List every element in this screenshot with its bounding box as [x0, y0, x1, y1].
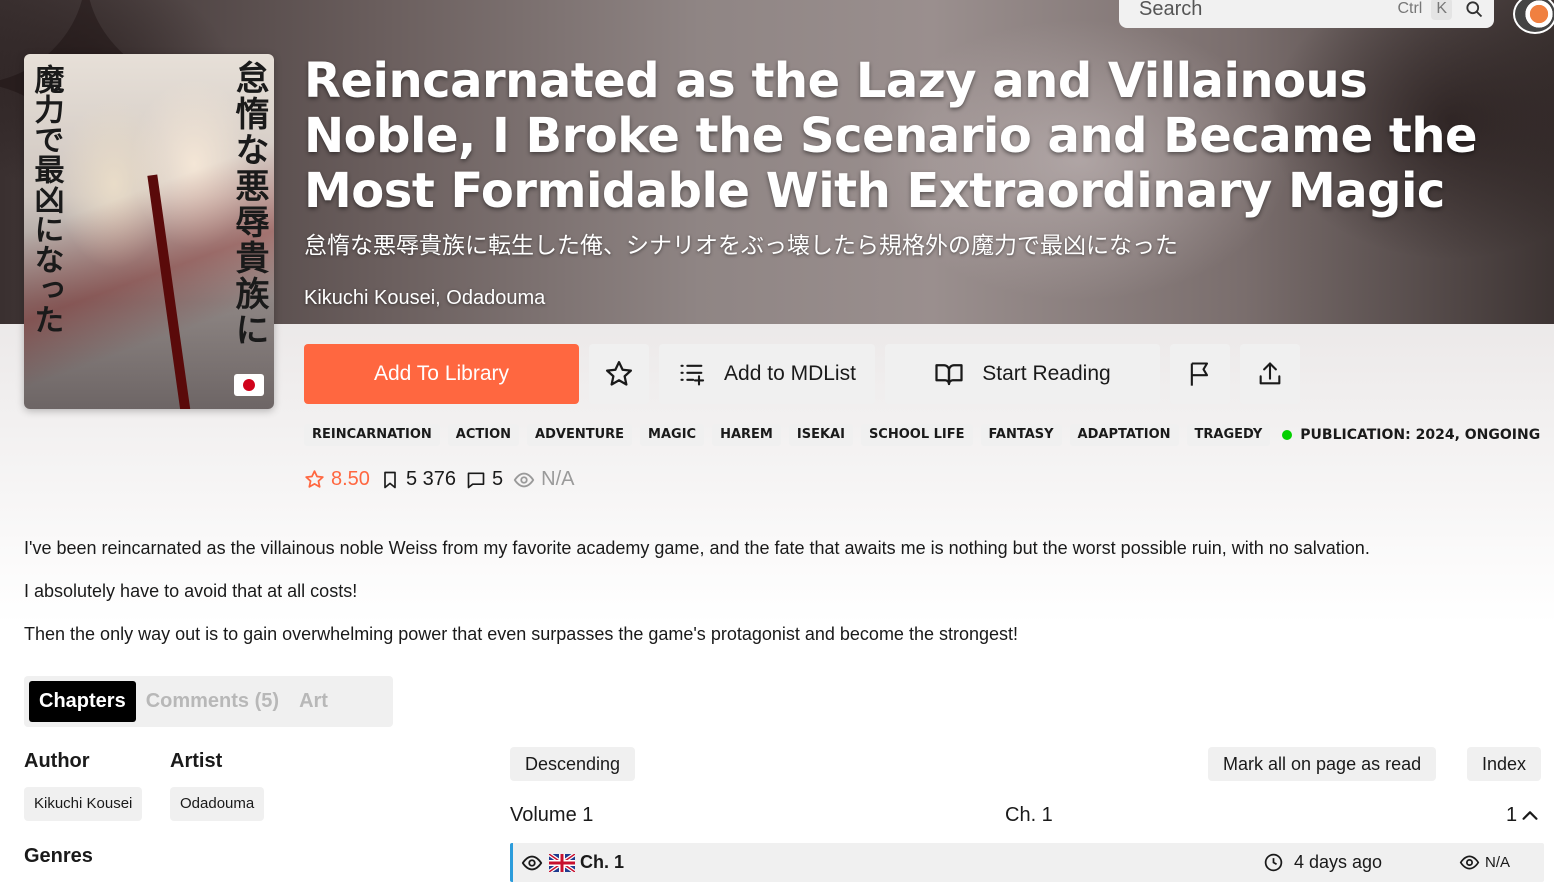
japan-flag-icon — [234, 374, 264, 396]
comment-icon — [467, 472, 485, 488]
tag[interactable]: ISEKAI — [788, 424, 853, 446]
authors-link[interactable]: Kikuchi Kousei, Odadouma — [304, 287, 545, 310]
tag[interactable]: ADVENTURE — [527, 424, 633, 446]
chapter-range: Ch. 1 — [1005, 804, 1053, 826]
description-paragraph: I absolutely have to avoid that at all c… — [24, 581, 358, 601]
description-paragraph: I've been reincarnated as the villainous… — [24, 538, 1370, 558]
publication-label: PUBLICATION: 2024, ONGOING — [1300, 427, 1541, 443]
book-open-icon — [935, 364, 963, 386]
search-icon[interactable] — [1464, 0, 1484, 19]
read-status-toggle[interactable] — [521, 852, 543, 874]
share-icon — [1259, 362, 1281, 385]
uk-flag-icon — [549, 853, 575, 872]
playlist-add-icon — [680, 364, 705, 386]
eye-icon — [521, 855, 543, 870]
shortcut-k: K — [1431, 0, 1452, 20]
add-to-mdlist-button[interactable]: Add to MDList — [659, 344, 875, 404]
tab-art[interactable]: Art — [289, 681, 338, 722]
cover-art-sword — [147, 174, 191, 409]
star-outline-icon — [305, 470, 324, 488]
artist-heading: Artist — [170, 750, 223, 772]
artist-chip[interactable]: Odadouma — [170, 787, 265, 821]
search-input[interactable]: Search — [1139, 0, 1388, 21]
rating-value: 8.50 — [331, 468, 370, 490]
genres-heading: Genres — [24, 845, 93, 867]
tab-chapters[interactable]: Chapters — [29, 681, 136, 722]
author-chip[interactable]: Kikuchi Kousei — [24, 787, 143, 821]
start-reading-button[interactable]: Start Reading — [885, 344, 1160, 404]
follows-value: 5 376 — [405, 468, 456, 490]
upload-time: 4 days ago — [1263, 852, 1382, 873]
chapter-row[interactable]: Ch. 1 4 days ago N/A — [510, 843, 1544, 882]
tag[interactable]: REINCARNATION — [304, 424, 440, 446]
add-to-library-button[interactable]: Add To Library — [304, 344, 579, 404]
tag[interactable]: ACTION — [447, 424, 520, 446]
comments-stat[interactable]: 5 — [466, 468, 503, 491]
bookmark-icon — [384, 471, 396, 488]
start-reading-label: Start Reading — [982, 362, 1111, 385]
cover-title-text: 怠惰な悪辱貴族に — [229, 60, 269, 348]
alt-title: 怠惰な悪辱貴族に転生した俺、シナリオをぶっ壊したら規格外の魔力で最凶になった — [304, 233, 1178, 259]
cover-title-text-left: 魔力で最凶になった — [28, 64, 64, 334]
cover-image[interactable]: 怠惰な悪辱貴族に 魔力で最凶になった — [24, 54, 274, 409]
star-icon — [606, 361, 632, 386]
share-button[interactable] — [1240, 344, 1300, 404]
tag[interactable]: SCHOOL LIFE — [860, 424, 973, 446]
report-button[interactable] — [1170, 344, 1230, 404]
mark-all-read-button[interactable]: Mark all on page as read — [1208, 747, 1437, 781]
chevron-up-icon — [1522, 810, 1538, 820]
eye-icon — [513, 472, 535, 487]
status-dot-icon — [1282, 430, 1293, 440]
rating-stat[interactable]: 8.50 — [304, 468, 370, 491]
description-paragraph: Then the only way out is to gain overwhe… — [24, 624, 1019, 644]
description: I've been reincarnated as the villainous… — [24, 537, 1534, 666]
rate-button[interactable] — [589, 344, 649, 404]
chapter-views-value: N/A — [1485, 854, 1511, 871]
tag[interactable]: FANTASY — [980, 424, 1062, 446]
publication-status: PUBLICATION: 2024, ONGOING — [1282, 427, 1540, 443]
views-value: N/A — [541, 468, 575, 490]
clock-icon — [1264, 853, 1283, 872]
tab-comments[interactable]: Comments (5) — [136, 681, 289, 722]
tag[interactable]: HAREM — [712, 424, 781, 446]
search-bar[interactable]: Search Ctrl K — [1119, 0, 1494, 28]
chapter-title[interactable]: Ch. 1 — [580, 852, 624, 873]
volume-chapter-count: 1 — [1506, 804, 1518, 826]
comments-value: 5 — [492, 468, 504, 490]
stats-row: 8.50 5 376 5 N/A — [304, 468, 584, 491]
manga-title: Reincarnated as the Lazy and Villainous … — [304, 53, 1478, 219]
index-button[interactable]: Index — [1467, 747, 1542, 781]
shortcut-ctrl: Ctrl — [1397, 0, 1423, 17]
tag-list: REINCARNATION ACTION ADVENTURE MAGIC HAR… — [304, 424, 1540, 446]
eye-icon — [1459, 855, 1480, 870]
tag[interactable]: TRAGEDY — [1186, 424, 1271, 446]
flag-icon — [1190, 362, 1209, 386]
content-tabs: Chapters Comments (5) Art — [24, 676, 393, 727]
tag[interactable]: MAGIC — [640, 424, 705, 446]
volume-toggle[interactable]: 1 — [1506, 804, 1541, 827]
author-heading: Author — [24, 750, 90, 772]
chapter-views: N/A — [1459, 852, 1510, 873]
views-stat: N/A — [513, 468, 574, 491]
add-to-mdlist-label: Add to MDList — [724, 362, 856, 385]
tag[interactable]: ADAPTATION — [1069, 424, 1179, 446]
add-to-library-label: Add To Library — [373, 362, 510, 385]
volume-label: Volume 1 — [510, 804, 594, 826]
sort-order-button[interactable]: Descending — [510, 747, 636, 781]
follows-stat: 5 376 — [380, 468, 456, 491]
upload-time-value: 4 days ago — [1294, 852, 1383, 872]
